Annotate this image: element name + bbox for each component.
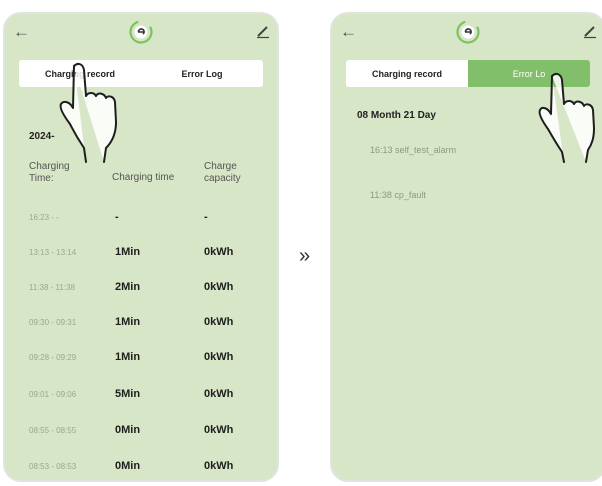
table-row: 11:38 - 11:38 2Min 0kWh — [5, 281, 277, 295]
row-capacity: 0kWh — [204, 460, 234, 472]
error-time: 11:38 — [370, 190, 392, 200]
edit-icon[interactable] — [255, 23, 271, 39]
table-row: 16:23 - - - - — [5, 211, 277, 225]
hand-pointer-icon — [59, 62, 117, 163]
top-bar: ← — [5, 14, 277, 54]
back-arrow-icon[interactable]: ← — [340, 22, 357, 42]
table-row: 13:13 - 13:14 1Min 0kWh — [5, 246, 277, 260]
top-bar: ← — [332, 14, 602, 54]
header-capacity: Charge capacity — [204, 161, 241, 184]
header-duration: Charging time — [112, 172, 175, 183]
row-time: 09:28 - 09:29 — [29, 353, 77, 362]
row-capacity: 0kWh — [204, 281, 234, 293]
logo-icon — [129, 20, 153, 44]
row-time: 16:23 - - — [29, 213, 59, 222]
hand-pointer-icon — [538, 72, 595, 163]
table-row: 09:01 - 09:06 5Min 0kWh — [5, 388, 277, 402]
date-label: 08 Month 21 Day — [357, 110, 436, 121]
row-duration: 1Min — [115, 351, 141, 363]
row-capacity: 0kWh — [204, 388, 234, 400]
tab-bar: Charging record Error Log — [19, 60, 263, 87]
row-duration: 5Min — [115, 388, 141, 400]
table-row: 09:28 - 09:29 1Min 0kWh — [5, 351, 277, 365]
row-duration: - — [115, 211, 119, 223]
row-capacity: - — [204, 211, 208, 223]
date-label: 2024- — [29, 131, 55, 142]
back-arrow-icon[interactable]: ← — [13, 22, 30, 42]
row-time: 08:55 - 08:55 — [29, 426, 77, 435]
table-row: 08:53 - 08:53 0Min 0kWh — [5, 460, 277, 474]
row-time: 11:38 - 11:38 — [29, 283, 75, 292]
list-item: 16:13 self_test_alarm — [370, 145, 456, 155]
row-duration: 1Min — [115, 316, 141, 328]
table-header: Charging Time: Charging time Charge capa… — [5, 161, 277, 195]
tab-charging-record[interactable]: Charging record — [346, 60, 468, 87]
table-row: 08:55 - 08:55 0Min 0kWh — [5, 424, 277, 438]
phone-screen-charging-record: ← Charging record Error Log 2024- Chargi… — [3, 12, 279, 482]
row-time: 08:53 - 08:53 — [29, 462, 77, 471]
row-duration: 0Min — [115, 460, 141, 472]
transition-arrow: » — [299, 245, 311, 267]
error-code: self_test_alarm — [395, 145, 457, 155]
table-row: 09:30 - 09:31 1Min 0kWh — [5, 316, 277, 330]
error-time: 16:13 — [370, 145, 393, 155]
list-item: 11:38 cp_fault — [370, 190, 426, 200]
row-capacity: 0kWh — [204, 424, 234, 436]
row-duration: 1Min — [115, 246, 141, 258]
row-capacity: 0kWh — [204, 246, 234, 258]
row-duration: 2Min — [115, 281, 141, 293]
row-capacity: 0kWh — [204, 351, 234, 363]
error-code: cp_fault — [394, 190, 426, 200]
edit-icon[interactable] — [582, 23, 598, 39]
row-time: 09:30 - 09:31 — [29, 318, 77, 327]
row-time: 13:13 - 13:14 — [29, 248, 77, 257]
row-duration: 0Min — [115, 424, 141, 436]
row-time: 09:01 - 09:06 — [29, 390, 77, 399]
logo-icon — [456, 20, 480, 44]
tab-error-log[interactable]: Error Log — [141, 60, 263, 87]
row-capacity: 0kWh — [204, 316, 234, 328]
